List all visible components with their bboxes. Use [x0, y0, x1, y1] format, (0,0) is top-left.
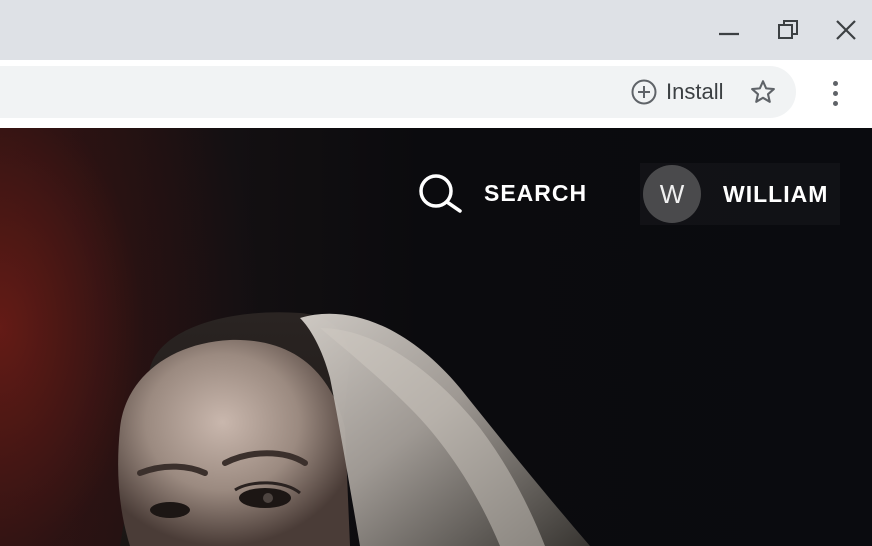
- kebab-menu-icon: [832, 100, 838, 106]
- plus-circle-icon: [631, 79, 657, 105]
- browser-menu-button[interactable]: [824, 76, 846, 110]
- page-content: SEARCH W WILLIAM: [0, 128, 872, 546]
- search-label: SEARCH: [484, 179, 588, 206]
- minimize-icon: [719, 32, 739, 36]
- kebab-menu-icon: [832, 90, 838, 96]
- star-icon: [751, 80, 775, 103]
- browser-titlebar: [0, 0, 872, 60]
- avatar: W: [643, 165, 701, 223]
- restore-button[interactable]: [770, 12, 806, 48]
- restore-icon: [778, 20, 798, 39]
- install-label: Install: [666, 79, 724, 104]
- profile-name: WILLIAM: [723, 180, 829, 207]
- kebab-menu-icon: [832, 80, 838, 86]
- close-icon: [836, 20, 856, 40]
- close-button[interactable]: [828, 12, 864, 48]
- browser-toolbar: Install: [0, 60, 872, 128]
- search-icon: [419, 174, 462, 213]
- profile-button[interactable]: W WILLIAM: [640, 163, 840, 225]
- bookmark-button[interactable]: [748, 77, 778, 107]
- install-button[interactable]: Install: [630, 78, 723, 106]
- minimize-button[interactable]: [711, 12, 747, 48]
- search-button[interactable]: SEARCH: [416, 173, 587, 213]
